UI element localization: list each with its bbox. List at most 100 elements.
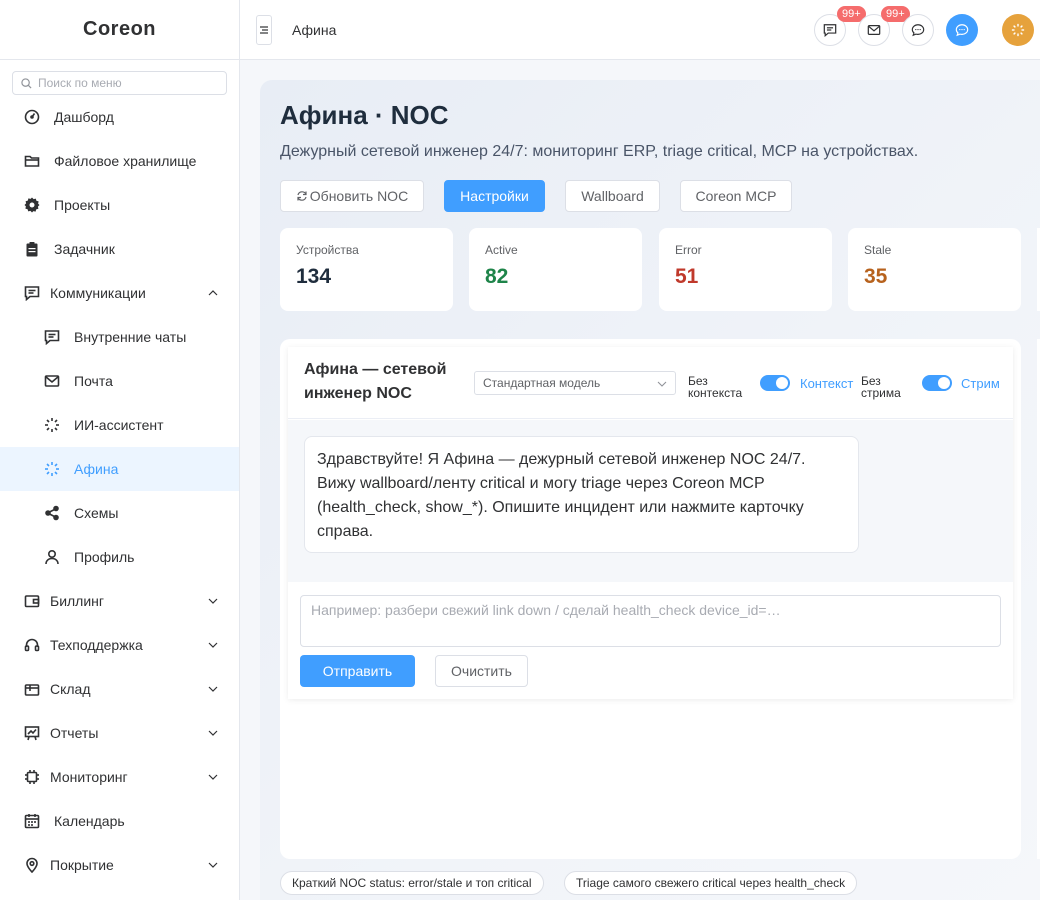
clear-button[interactable]: Очистить bbox=[435, 655, 528, 687]
menu-toggle-button[interactable] bbox=[256, 15, 272, 45]
stat-value: 51 bbox=[675, 265, 699, 288]
folder-icon bbox=[22, 151, 42, 171]
sidebar-item-profile[interactable]: Профиль bbox=[0, 535, 239, 579]
chevron-down-icon bbox=[208, 598, 218, 604]
spinner-icon bbox=[42, 459, 62, 479]
messenger-button[interactable] bbox=[902, 14, 934, 46]
sidebar-item-mail[interactable]: Почта bbox=[0, 359, 239, 403]
stat-value: 82 bbox=[485, 265, 509, 288]
context-toggle-off-label: Без контекста bbox=[688, 374, 743, 400]
chevron-down-icon bbox=[208, 686, 218, 692]
dashboard-icon bbox=[22, 107, 42, 127]
sidebar-item-label: Биллинг bbox=[50, 593, 105, 609]
stat-label: Active bbox=[485, 243, 518, 257]
sidebar-item-label: Внутренние чаты bbox=[74, 329, 187, 345]
stat-label: Устройства bbox=[296, 243, 359, 257]
user-icon bbox=[42, 547, 62, 567]
model-select[interactable]: Стандартная модель bbox=[474, 371, 676, 395]
spinner-icon bbox=[1011, 23, 1025, 37]
sidebar-item-label: Дашборд bbox=[54, 109, 114, 125]
mail-notifications-button[interactable]: 99+ bbox=[858, 6, 910, 46]
menu-search-input[interactable] bbox=[38, 76, 218, 90]
coreon-mcp-button[interactable]: Coreon MCP bbox=[680, 180, 792, 212]
stream-toggle[interactable] bbox=[922, 375, 952, 391]
stream-toggle-off-label: Без стрима bbox=[861, 374, 901, 400]
user-avatar[interactable] bbox=[1002, 14, 1034, 46]
chevron-down-icon bbox=[208, 642, 218, 648]
sidebar-item-athena[interactable]: Афина bbox=[0, 447, 239, 491]
chat-title: Афина — сетевой инженер NOC bbox=[304, 361, 447, 402]
chart-board-icon bbox=[22, 723, 42, 743]
sidebar-item-schemes[interactable]: Схемы bbox=[0, 491, 239, 535]
sidebar-item-coverage[interactable]: Покрытие bbox=[0, 843, 239, 887]
sidebar-item-dashboard[interactable]: Дашборд bbox=[0, 95, 239, 139]
chat-card: Афина — сетевой инженер NOC Стандартная … bbox=[288, 347, 1013, 699]
sidebar-item-label: Календарь bbox=[54, 813, 125, 829]
sidebar-item-monitoring[interactable]: Мониторинг bbox=[0, 755, 239, 799]
settings-button[interactable]: Настройки bbox=[444, 180, 545, 212]
sidebar-item-label: Проекты bbox=[54, 197, 111, 213]
sidebar-item-support[interactable]: Техподдержка bbox=[0, 623, 239, 667]
menu-search bbox=[12, 71, 227, 95]
sidebar-item-label: Коммуникации bbox=[50, 285, 146, 301]
button-label: Coreon MCP bbox=[695, 188, 777, 204]
stat-label: Error bbox=[675, 243, 702, 257]
sidebar-item-file-storage[interactable]: Файловое хранилище bbox=[0, 139, 239, 183]
wallboard-button[interactable]: Wallboard bbox=[565, 180, 660, 212]
assistant-message: Здравствуйте! Я Афина — дежурный сетевой… bbox=[304, 436, 859, 553]
refresh-icon bbox=[297, 191, 307, 201]
sidebar-item-communications[interactable]: Коммуникации bbox=[0, 271, 239, 315]
wallet-icon bbox=[22, 591, 42, 611]
chat-lines-icon bbox=[42, 327, 62, 347]
sidebar-item-label: Покрытие bbox=[50, 857, 114, 873]
hamburger-icon bbox=[260, 26, 268, 34]
box-icon bbox=[22, 679, 42, 699]
chevron-up-icon bbox=[208, 290, 218, 296]
chat-input[interactable] bbox=[300, 595, 1001, 647]
context-toggle-on-label: Контекст bbox=[800, 376, 854, 391]
page-title: Афина · NOC bbox=[280, 100, 449, 130]
sidebar-menu: Дашборд Файловое хранилище Проекты Задач… bbox=[0, 95, 239, 887]
sidebar-item-warehouse[interactable]: Склад bbox=[0, 667, 239, 711]
breadcrumb: Афина bbox=[292, 22, 337, 38]
context-toggle[interactable] bbox=[760, 375, 790, 391]
stat-value: 134 bbox=[296, 265, 332, 288]
chevron-down-icon bbox=[208, 774, 218, 780]
sidebar-item-label: Отчеты bbox=[50, 725, 99, 741]
quick-prompt-chip[interactable]: Triage самого свежего critical через hea… bbox=[564, 871, 858, 895]
search-icon bbox=[21, 77, 32, 89]
mail-icon bbox=[42, 371, 62, 391]
refresh-noc-button[interactable]: Обновить NOC bbox=[280, 180, 424, 212]
spinner-icon bbox=[42, 415, 62, 435]
stat-label: Stale bbox=[864, 243, 892, 257]
sidebar-item-projects[interactable]: Проекты bbox=[0, 183, 239, 227]
share-icon bbox=[42, 503, 62, 523]
sidebar-item-label: Мониторинг bbox=[50, 769, 128, 785]
sidebar-item-tasks[interactable]: Задачник bbox=[0, 227, 239, 271]
stat-card-error: Error 51 bbox=[659, 228, 832, 311]
headset-icon bbox=[22, 635, 42, 655]
location-icon bbox=[22, 855, 42, 875]
message-square-icon bbox=[823, 24, 837, 37]
app-logo[interactable]: Coreon bbox=[0, 0, 239, 60]
sidebar-item-label: Файловое хранилище bbox=[54, 153, 197, 169]
sidebar-item-reports[interactable]: Отчеты bbox=[0, 711, 239, 755]
gear-icon bbox=[22, 195, 42, 215]
sidebar: Coreon Дашборд Файловое хранилище Проект… bbox=[0, 0, 240, 900]
clipboard-icon bbox=[22, 239, 42, 259]
topbar: Афина 99+ 99+ bbox=[240, 0, 1040, 60]
sidebar-item-internal-chats[interactable]: Внутренние чаты bbox=[0, 315, 239, 359]
assistant-chat-button[interactable] bbox=[946, 14, 978, 46]
sidebar-item-ai-assistant[interactable]: ИИ-ассистент bbox=[0, 403, 239, 447]
chat-notifications-button[interactable]: 99+ bbox=[814, 6, 866, 46]
quick-prompt-chip[interactable]: Краткий NOC status: error/stale и топ cr… bbox=[280, 871, 544, 895]
send-button[interactable]: Отправить bbox=[300, 655, 415, 687]
stream-toggle-on-label: Стрим bbox=[961, 376, 1000, 391]
sidebar-item-calendar[interactable]: Календарь bbox=[0, 799, 239, 843]
chat-bubble-icon bbox=[911, 24, 925, 37]
sidebar-item-billing[interactable]: Биллинг bbox=[0, 579, 239, 623]
message-square-icon bbox=[22, 283, 42, 303]
stat-value: 35 bbox=[864, 265, 888, 288]
button-label: Обновить NOC bbox=[309, 188, 409, 204]
mail-icon bbox=[867, 25, 881, 35]
